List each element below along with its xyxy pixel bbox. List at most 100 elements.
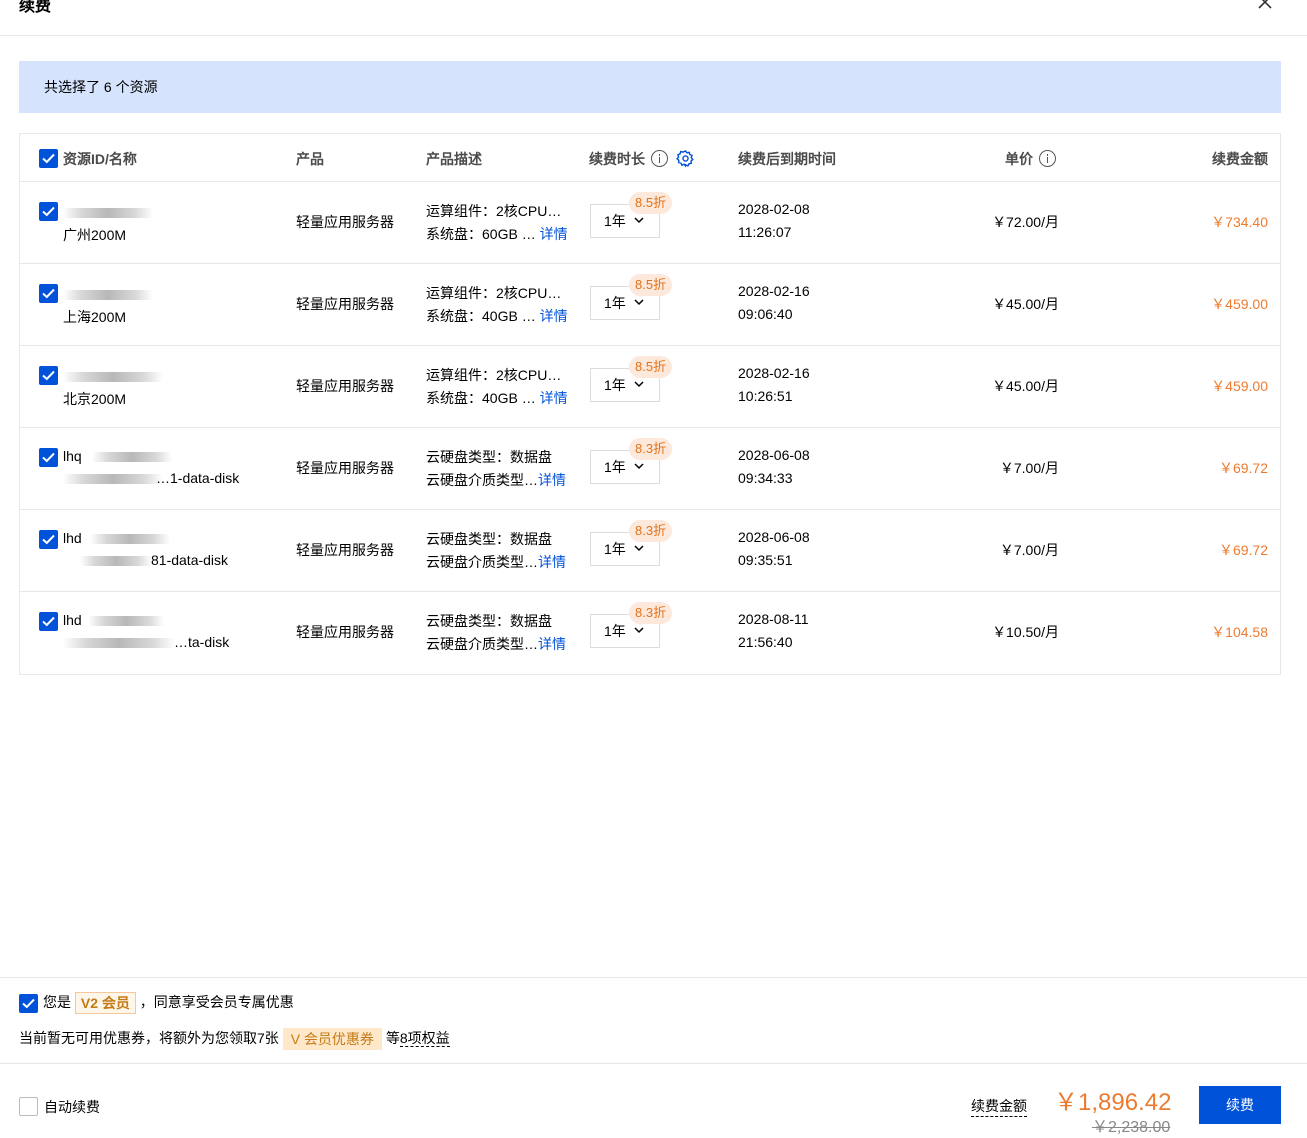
original-amount: ￥2,238.00 xyxy=(1092,1119,1171,1136)
benefits-link[interactable]: 8项权益 xyxy=(399,1030,450,1047)
duration-value: 1年 xyxy=(604,623,626,639)
desc-line-1: 云硬盘类型：数据盘 xyxy=(426,613,552,629)
settings-gear-icon[interactable] xyxy=(676,149,695,168)
chevron-down-icon xyxy=(634,381,644,388)
select-all-checkbox[interactable] xyxy=(39,149,58,168)
info-icon[interactable] xyxy=(651,150,668,167)
discount-badge: 8.3折 xyxy=(629,438,673,460)
chevron-down-icon xyxy=(634,545,644,552)
detail-link[interactable]: 详情 xyxy=(540,226,568,242)
member-agree-checkbox[interactable] xyxy=(19,994,38,1013)
masked-resource-id xyxy=(63,372,163,382)
row-checkbox[interactable] xyxy=(39,612,58,631)
expiry-time: 09:34:33 xyxy=(738,470,793,486)
amount-label[interactable]: 续费金额 xyxy=(971,1096,1027,1117)
table-row: 北京200M 轻量应用服务器 运算组件：2核CPU… 系统盘：40GB … 详情… xyxy=(20,346,1280,428)
product-name: 轻量应用服务器 xyxy=(296,624,394,640)
close-icon[interactable] xyxy=(1257,0,1273,10)
coupon-line: 当前暂无可用优惠券，将额外为您领取7张 V 会员优惠券 等8项权益 xyxy=(19,1028,450,1051)
masked-resource-name xyxy=(63,638,175,648)
chevron-down-icon xyxy=(634,463,644,470)
header-description: 产品描述 xyxy=(426,151,482,167)
renew-button[interactable]: 续费 xyxy=(1199,1086,1281,1124)
row-checkbox[interactable] xyxy=(39,530,58,549)
unit-price: ￥72.00/月 xyxy=(992,214,1059,230)
expiry-date: 2028-02-16 xyxy=(738,365,810,381)
header-duration-label: 续费时长 xyxy=(589,151,645,167)
duration-value: 1年 xyxy=(604,295,626,311)
unit-price: ￥45.00/月 xyxy=(992,378,1059,394)
duration-value: 1年 xyxy=(604,213,626,229)
renew-amount: ￥69.72 xyxy=(1218,460,1268,476)
discount-badge: 8.3折 xyxy=(629,520,673,542)
table-header: 资源ID/名称 产品 产品描述 续费时长 续费后到期时间 单价 续费金额 xyxy=(20,134,1280,182)
desc-line-1: 运算组件：2核CPU… xyxy=(426,203,562,219)
product-name: 轻量应用服务器 xyxy=(296,214,394,230)
discount-badge: 8.3折 xyxy=(629,602,673,624)
desc-line-2: 系统盘：60GB … 详情 xyxy=(426,224,568,244)
header-unit-price: 单价 xyxy=(1005,149,1056,169)
expiry-date: 2028-06-08 xyxy=(738,447,810,463)
resource-name: …ta-disk xyxy=(174,634,230,650)
desc-line-2: 云硬盘介质类型…详情 xyxy=(426,634,566,654)
desc-line-2-text: 云硬盘介质类型… xyxy=(426,554,538,570)
desc-line-1: 运算组件：2核CPU… xyxy=(426,367,562,383)
masked-resource-id xyxy=(90,534,170,544)
detail-link[interactable]: 详情 xyxy=(538,554,566,570)
detail-link[interactable]: 详情 xyxy=(540,308,568,324)
row-checkbox[interactable] xyxy=(39,448,58,467)
desc-line-2-text: 系统盘：40GB … xyxy=(426,308,536,324)
header-resource: 资源ID/名称 xyxy=(63,151,137,167)
discount-badge: 8.5折 xyxy=(629,274,673,296)
desc-line-1: 云硬盘类型：数据盘 xyxy=(426,531,552,547)
header-duration: 续费时长 xyxy=(589,149,695,169)
renew-amount: ￥459.00 xyxy=(1211,378,1268,394)
duration-value: 1年 xyxy=(604,541,626,557)
masked-resource-id xyxy=(63,290,153,300)
desc-line-1: 云硬盘类型：数据盘 xyxy=(426,449,552,465)
row-checkbox[interactable] xyxy=(39,366,58,385)
detail-link[interactable]: 详情 xyxy=(540,390,568,406)
chevron-down-icon xyxy=(634,217,644,224)
table-row: lhd …ta-disk 轻量应用服务器 云硬盘类型：数据盘 云硬盘介质类型…详… xyxy=(20,592,1280,674)
masked-resource-name xyxy=(63,474,163,484)
product-name: 轻量应用服务器 xyxy=(296,460,394,476)
expiry-time: 09:06:40 xyxy=(738,306,793,322)
header-product: 产品 xyxy=(296,151,324,167)
coupon-suffix: 等 xyxy=(385,1030,400,1046)
dialog-footer: 自动续费 续费金额 ￥1,896.42 ￥2,238.00 续费 xyxy=(0,1063,1307,1138)
desc-line-2-text: 系统盘：40GB … xyxy=(426,390,536,406)
detail-link[interactable]: 详情 xyxy=(538,472,566,488)
row-checkbox[interactable] xyxy=(39,202,58,221)
row-checkbox[interactable] xyxy=(39,284,58,303)
header-expiry: 续费后到期时间 xyxy=(738,151,836,167)
expiry-date: 2028-08-11 xyxy=(738,611,809,627)
table-row: 上海200M 轻量应用服务器 运算组件：2核CPU… 系统盘：40GB … 详情… xyxy=(20,264,1280,346)
resource-table: 资源ID/名称 产品 产品描述 续费时长 续费后到期时间 单价 续费金额 广州2… xyxy=(19,133,1281,675)
auto-renew-checkbox[interactable] xyxy=(19,1097,38,1116)
member-suffix: ，同意享受会员专属优惠 xyxy=(139,994,294,1010)
selection-summary: 共选择了 6 个资源 xyxy=(19,61,1281,113)
expiry-date: 2028-06-08 xyxy=(738,529,810,545)
duration-value: 1年 xyxy=(604,459,626,475)
renew-amount: ￥459.00 xyxy=(1211,296,1268,312)
unit-price: ￥7.00/月 xyxy=(999,460,1059,476)
masked-resource-name xyxy=(80,556,152,566)
masked-resource-id xyxy=(92,452,172,462)
discount-badge: 8.5折 xyxy=(629,356,673,378)
masked-resource-id xyxy=(63,208,153,218)
header-unit-price-label: 单价 xyxy=(1005,151,1033,167)
info-icon[interactable] xyxy=(1039,150,1056,167)
expiry-time: 21:56:40 xyxy=(738,634,793,650)
renew-amount: ￥104.58 xyxy=(1211,624,1268,640)
desc-line-2: 系统盘：40GB … 详情 xyxy=(426,306,568,326)
duration-value: 1年 xyxy=(604,377,626,393)
member-prefix: 您是 xyxy=(43,994,71,1010)
detail-link[interactable]: 详情 xyxy=(538,636,566,652)
chevron-down-icon xyxy=(634,627,644,634)
unit-price: ￥7.00/月 xyxy=(999,542,1059,558)
resource-name: 81-data-disk xyxy=(151,552,229,568)
table-row: 广州200M 轻量应用服务器 运算组件：2核CPU… 系统盘：60GB … 详情… xyxy=(20,182,1280,264)
auto-renew-label: 自动续费 xyxy=(44,1099,100,1115)
resource-name: 上海200M xyxy=(63,309,127,325)
